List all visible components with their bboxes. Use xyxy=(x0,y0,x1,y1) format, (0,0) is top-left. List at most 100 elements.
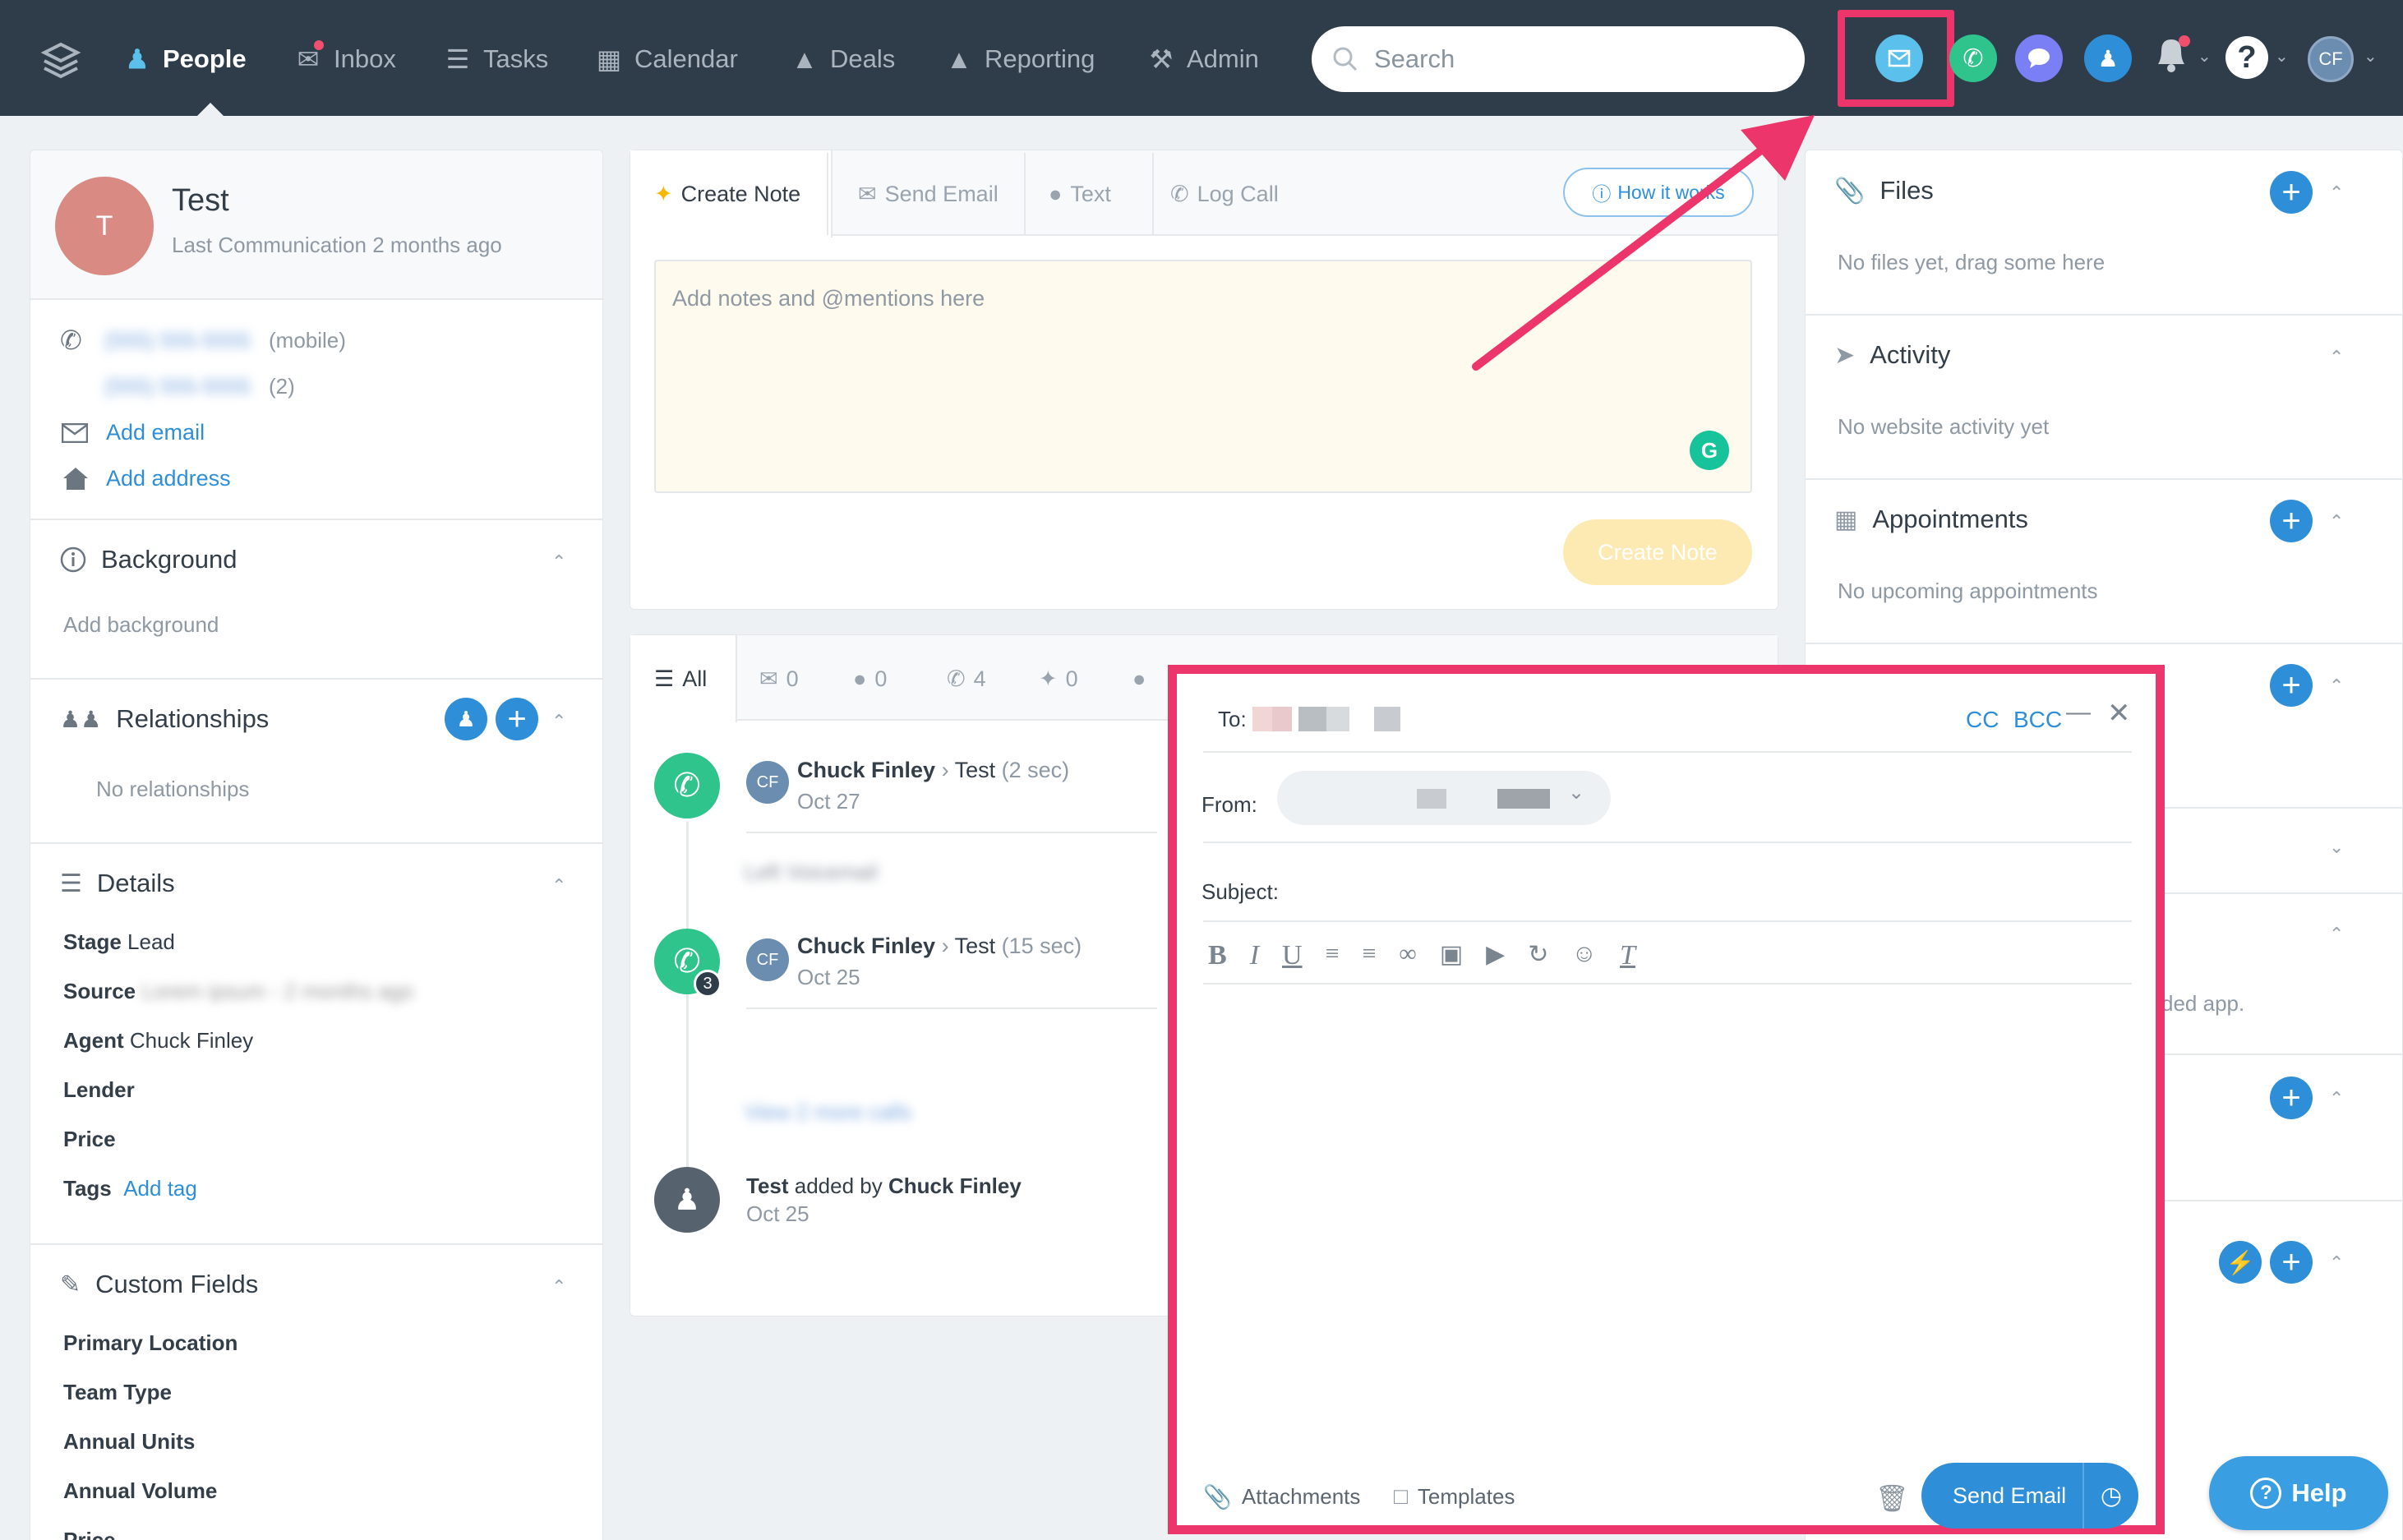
custom-field[interactable]: Primary Location xyxy=(63,1330,238,1356)
logo-icon[interactable] xyxy=(39,38,82,81)
search-input[interactable] xyxy=(1374,44,1769,74)
detail-stage[interactable]: Stage Lead xyxy=(63,929,175,955)
custom-field[interactable]: Annual Volume xyxy=(63,1478,217,1504)
detail-source[interactable]: Source Lorem ipsum - 2 months ago xyxy=(63,979,413,1004)
add-background[interactable]: Add background xyxy=(63,612,219,638)
bcc-button[interactable]: BCC xyxy=(2013,707,2062,733)
help-menu-button[interactable]: ? xyxy=(2225,36,2268,79)
filter-calls[interactable]: ✆ 4 xyxy=(947,638,986,720)
tab-log-call[interactable]: ✆ Log Call xyxy=(1170,153,1279,235)
numbered-list-icon[interactable]: ≡ xyxy=(1363,940,1377,971)
link-relationship-button[interactable]: ♟ xyxy=(445,698,487,740)
filter-email[interactable]: ✉ 0 xyxy=(759,638,799,720)
add-email-link[interactable]: Add email xyxy=(106,420,205,445)
relationships-header[interactable]: ♟♟ Relationships xyxy=(60,704,269,734)
lightning-button[interactable]: ⚡ xyxy=(2219,1241,2262,1284)
bold-icon[interactable]: B xyxy=(1208,940,1227,971)
nav-tasks[interactable]: ☰ Tasks xyxy=(444,41,549,77)
attachments-button[interactable]: 📎 Attachments xyxy=(1203,1483,1360,1510)
cc-button[interactable]: CC xyxy=(1966,707,1999,733)
chevron-up-icon[interactable]: ⌃ xyxy=(551,711,566,732)
chevron-up-icon[interactable]: ⌃ xyxy=(2329,1088,2344,1109)
activity-header[interactable]: ➤ Activity xyxy=(1834,340,1950,370)
background-header[interactable]: Background xyxy=(60,545,237,574)
chevron-up-icon[interactable]: ⌃ xyxy=(2329,924,2344,945)
filter-more[interactable]: ● xyxy=(1132,638,1146,720)
close-icon[interactable]: ✕ xyxy=(2107,697,2131,730)
tab-text[interactable]: ● Text xyxy=(1049,153,1111,235)
nav-reporting[interactable]: ▲ Reporting xyxy=(945,41,1095,77)
from-select[interactable]: ⌄ xyxy=(1277,771,1611,825)
custom-field[interactable]: Team Type xyxy=(63,1380,172,1405)
underline-icon[interactable]: U xyxy=(1282,940,1303,971)
nav-people[interactable]: ♟ People xyxy=(123,41,247,77)
detail-lender[interactable]: Lender xyxy=(63,1077,135,1103)
grammarly-icon[interactable]: G xyxy=(1690,431,1729,470)
custom-fields-header[interactable]: ✎ Custom Fields xyxy=(60,1270,258,1299)
add-relationship-button[interactable]: + xyxy=(496,698,538,740)
search-box[interactable] xyxy=(1312,26,1805,92)
to-recipient-redacted[interactable] xyxy=(1252,707,1407,735)
event-title[interactable]: Chuck Finley › Test (15 sec) xyxy=(797,934,1082,959)
schedule-clock-icon[interactable]: ◷ xyxy=(2084,1482,2138,1510)
chevron-up-icon[interactable]: ⌃ xyxy=(551,551,566,573)
phone-number[interactable]: (555) 555-5555 xyxy=(104,328,251,353)
emoji-icon[interactable]: ☺ xyxy=(1571,940,1597,971)
email-body-editor[interactable] xyxy=(1203,994,2132,1455)
appointments-header[interactable]: ▦ Appointments xyxy=(1834,505,2028,534)
add-button[interactable]: + xyxy=(2270,1077,2313,1119)
templates-button[interactable]: □ Templates xyxy=(1394,1483,1515,1510)
image-icon[interactable]: ▣ xyxy=(1440,940,1463,971)
send-email-submit[interactable]: Send Email ◷ xyxy=(1921,1463,2138,1528)
create-note-button[interactable]: Create Note xyxy=(1563,519,1752,585)
chevron-up-icon[interactable]: ⌃ xyxy=(551,875,566,897)
contact-name[interactable]: Test xyxy=(172,183,229,219)
add-button[interactable]: + xyxy=(2270,664,2313,707)
add-file-button[interactable]: + xyxy=(2270,171,2313,214)
chevron-up-icon[interactable]: ⌃ xyxy=(2329,675,2344,697)
chevron-up-icon[interactable]: ⌃ xyxy=(2329,511,2344,533)
view-more-calls-link[interactable]: View 2 more calls xyxy=(745,1100,911,1125)
detail-price[interactable]: Price xyxy=(63,1127,116,1152)
added-event-title[interactable]: Test added by Chuck Finley xyxy=(746,1173,1022,1199)
phone-number[interactable]: (555) 555-5555 xyxy=(104,374,251,399)
bullet-list-icon[interactable]: ≡ xyxy=(1326,940,1340,971)
nav-admin[interactable]: ⚒ Admin xyxy=(1147,41,1259,77)
tab-send-email[interactable]: ✉ Send Email xyxy=(858,153,999,235)
add-person-button[interactable]: ♟ xyxy=(2084,35,2132,82)
event-title[interactable]: Chuck Finley › Test (2 sec) xyxy=(797,758,1069,783)
nav-deals[interactable]: ▲ Deals xyxy=(791,41,895,77)
detail-agent[interactable]: Agent Chuck Finley xyxy=(63,1028,253,1054)
chevron-down-icon[interactable]: ⌄ xyxy=(2329,837,2344,858)
filter-text[interactable]: ● 0 xyxy=(853,638,887,720)
help-button[interactable]: ? Help xyxy=(2209,1456,2388,1530)
italic-icon[interactable]: I xyxy=(1250,940,1259,971)
files-header[interactable]: 📎 Files xyxy=(1834,176,1934,205)
custom-field[interactable]: Annual Units xyxy=(63,1429,195,1455)
link-icon[interactable]: ∞ xyxy=(1399,940,1416,971)
tab-create-note[interactable]: ✦ Create Note xyxy=(654,153,800,235)
send-email-button[interactable] xyxy=(1875,35,1923,82)
nav-inbox[interactable]: ✉ Inbox xyxy=(294,40,396,77)
minimize-icon[interactable]: — xyxy=(2066,699,2091,726)
trash-icon[interactable]: 🗑 xyxy=(1875,1482,1909,1514)
filter-all[interactable]: ☰ All xyxy=(654,638,707,720)
contact-avatar[interactable]: T xyxy=(55,177,154,275)
undo-icon[interactable]: ↻ xyxy=(1528,940,1548,971)
text-button[interactable] xyxy=(2015,35,2063,82)
chevron-up-icon[interactable]: ⌃ xyxy=(2329,347,2344,368)
chevron-up-icon[interactable]: ⌃ xyxy=(551,1276,566,1298)
add-button[interactable]: + xyxy=(2270,1241,2313,1284)
detail-tags[interactable]: Tags Add tag xyxy=(63,1176,197,1201)
custom-field[interactable]: Price xyxy=(63,1528,116,1540)
chevron-up-icon[interactable]: ⌃ xyxy=(2329,1252,2344,1274)
chevron-up-icon[interactable]: ⌃ xyxy=(2329,182,2344,204)
notifications-button[interactable] xyxy=(2152,33,2201,82)
user-avatar[interactable]: CF xyxy=(2308,36,2354,82)
call-button[interactable]: ✆ xyxy=(1949,35,1997,82)
nav-calendar[interactable]: ▦ Calendar xyxy=(595,41,738,77)
details-header[interactable]: ☰ Details xyxy=(60,869,175,898)
filter-notes[interactable]: ✦ 0 xyxy=(1039,638,1078,720)
add-appointment-button[interactable]: + xyxy=(2270,500,2313,542)
video-icon[interactable]: ▶ xyxy=(1486,940,1505,971)
